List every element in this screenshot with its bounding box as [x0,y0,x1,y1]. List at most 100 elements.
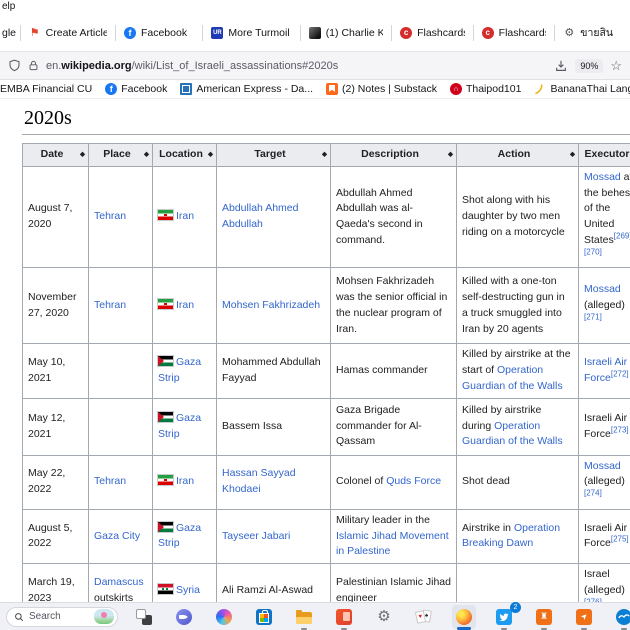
seagull-icon [616,609,630,625]
wiki-link[interactable]: Hassan Sayyad Khodaei [222,467,296,495]
search-highlight-thumbnail[interactable] [94,609,114,624]
tab-facebook[interactable]: fFacebook [116,18,202,48]
reference-link[interactable]: [271] [584,312,602,321]
text: Colonel of [336,475,386,487]
cell-date: May 22, 2022 [23,455,89,509]
lock-icon[interactable] [28,59,39,72]
file-explorer-button[interactable] [292,605,316,629]
wiki-link[interactable]: Iran [176,299,194,311]
chat-button[interactable] [172,605,196,629]
orange-app-button[interactable]: ♜ [532,605,556,629]
wiki-link[interactable]: Damascus [94,576,144,588]
photos-app-button[interactable] [332,605,356,629]
iran-flag-icon [158,210,173,220]
twitter-button[interactable]: 2 [492,605,516,629]
task-view-button[interactable] [132,605,156,629]
cell-target: Abdullah Ahmed Abdullah [217,166,331,268]
wiki-link[interactable]: Tehran [94,210,126,222]
wiki-link[interactable]: Tayseer Jabari [222,530,290,542]
rocket-app-button[interactable]: ➤ [572,605,596,629]
column-header-action[interactable]: Action [457,144,579,167]
wiki-link[interactable]: Mohsen Fakhrizadeh [222,299,320,311]
palestine-flag-icon [158,522,173,532]
reference-link[interactable]: [275] [611,535,629,544]
wiki-link[interactable]: Tehran [94,299,126,311]
bookmark-thaipod[interactable]: ∩Thaipod101 [450,83,521,95]
wiki-link[interactable]: Iran [176,210,194,222]
taskbar: Search ⚙ ♠♥ 2 ♜ ➤ [0,602,630,630]
cell-action: Airstrike in Operation Breaking Dawn [457,509,579,563]
column-header-place[interactable]: Place [89,144,153,167]
reference-link[interactable]: [274] [584,489,602,498]
store-icon [256,609,272,625]
cell-place: Tehran [89,268,153,344]
cell-desc: Abdullah Ahmed Abdullah was al-Qaeda's s… [331,166,457,268]
cell-date: August 5, 2022 [23,509,89,563]
cell-location: Gaza Strip [153,344,217,398]
openoffice-button[interactable] [612,605,630,629]
wiki-link[interactable]: Islamic Jihad Movement in Palestine [336,530,449,558]
cell-place: Tehran [89,166,153,268]
tab-thai-shop[interactable]: ⚙ขายสิน [555,18,630,48]
reference-link[interactable]: [273] [611,425,629,434]
wiki-link[interactable]: Tehran [94,475,126,487]
cell-exec: Mossad (alleged)[271] [579,268,630,344]
wiki-link[interactable]: Mossad [584,283,621,295]
cell-exec: Israeli Air Force[272] [579,344,630,398]
page-content: 2020s Date Place Location Target Descrip… [0,99,630,602]
column-header-target[interactable]: Target [217,144,331,167]
tab-create-article[interactable]: ⚑Create Article | F [21,18,115,48]
solitaire-button[interactable]: ♠♥ [412,605,436,629]
reference-link[interactable]: [270] [584,247,602,256]
copilot-button[interactable] [212,605,236,629]
url-bar[interactable]: en.wikipedia.org/wiki/List_of_Israeli_as… [0,52,630,80]
bookmark-star-icon[interactable]: ☆ [610,58,622,74]
settings-button[interactable]: ⚙ [372,605,396,629]
cell-date: May 10, 2021 [23,344,89,398]
firefox-button[interactable] [452,605,476,629]
text: Shot along with his daughter by two men … [462,194,565,238]
gear-icon: ⚙ [376,609,392,625]
save-page-icon[interactable] [554,59,568,73]
shield-icon[interactable] [8,59,21,72]
text: Killed with a one-ton self-destructing g… [462,275,565,334]
cell-location: Syria [153,564,217,603]
zoom-level-badge[interactable]: 90% [575,59,603,73]
text: Bassem Issa [222,420,282,432]
wiki-link[interactable]: Gaza City [94,530,140,542]
cell-location: Iran [153,455,217,509]
wiki-link[interactable]: Iran [176,475,194,487]
reference-link[interactable]: [269] [614,231,630,240]
bookmark-bananathai[interactable]: )BananaThai Language... [534,83,630,95]
flashcards-icon: c [482,27,494,39]
column-header-date[interactable]: Date [23,144,89,167]
wiki-link[interactable]: Mossad [584,171,621,183]
column-header-location[interactable]: Location [153,144,217,167]
wiki-link[interactable]: Mossad [584,460,621,472]
chat-icon [176,609,192,625]
bookmark-emba[interactable]: EMBA Financial CU [0,83,92,95]
url-text[interactable]: en.wikipedia.org/wiki/List_of_Israeli_as… [46,60,547,72]
tab-flashcards-2[interactable]: cFlashcards [474,18,555,48]
menu-item-partial[interactable]: elp [2,1,15,12]
banana-icon: ) [534,83,546,95]
microsoft-store-button[interactable] [252,605,276,629]
cell-desc: Gaza Brigade commander for Al-Qassam [331,398,457,455]
bookmark-amex[interactable]: American Express - Da... [180,83,313,95]
bookmark-facebook[interactable]: fFacebook [105,83,167,95]
tab-flashcards-1[interactable]: cFlashcards [392,18,473,48]
wiki-link[interactable]: Quds Force [386,475,441,487]
column-header-description[interactable]: Description [331,144,457,167]
wiki-link[interactable]: Abdullah Ahmed Abdullah [222,202,298,230]
wiki-link[interactable]: Syria [176,584,200,596]
taskbar-search[interactable]: Search [6,607,118,627]
bookmark-substack[interactable]: (2) Notes | Substack [326,83,437,95]
copilot-icon [216,609,232,625]
cell-exec: Mossad (alleged)[274] [579,455,630,509]
tab-charlie-kirk[interactable]: (1) Charlie Kirk: V [301,18,391,48]
column-header-executor[interactable]: Executor [579,144,630,167]
cell-place [89,344,153,398]
tab-more-turmoil[interactable]: URMore Turmoil Fr [203,18,299,48]
reference-link[interactable]: [272] [611,369,629,378]
tab-partial[interactable]: gle [0,18,20,48]
